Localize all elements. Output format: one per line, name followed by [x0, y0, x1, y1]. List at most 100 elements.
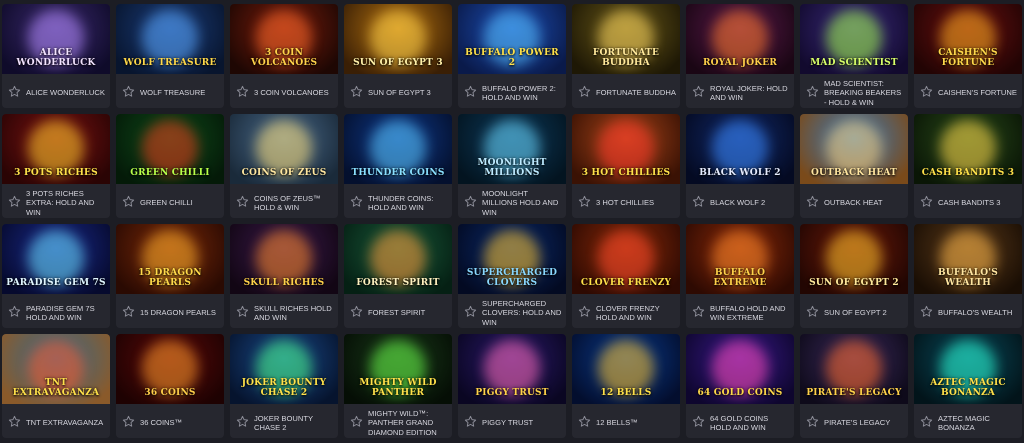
game-thumbnail[interactable]: CAISHEN'S FORTUNE: [914, 4, 1022, 74]
game-tile[interactable]: OUTBACK HEAT OUTBACK HEAT: [800, 114, 908, 218]
favorite-star-icon[interactable]: [8, 85, 21, 98]
game-thumbnail[interactable]: BUFFALO EXTREME: [686, 224, 794, 294]
game-tile[interactable]: ROYAL JOKER ROYAL JOKER: HOLD AND WIN: [686, 4, 794, 108]
favorite-star-icon[interactable]: [122, 305, 135, 318]
game-tile[interactable]: COINS OF ZEUS COINS OF ZEUS™ HOLD & WIN: [230, 114, 338, 218]
game-tile[interactable]: MIGHTY WILD PANTHER MIGHTY WILD™: PANTHER…: [344, 334, 452, 438]
favorite-star-icon[interactable]: [578, 305, 591, 318]
game-title[interactable]: BUFFALO'S WEALTH: [938, 298, 1018, 328]
game-title[interactable]: PIGGY TRUST: [482, 408, 562, 438]
game-title[interactable]: GREEN CHILLI: [140, 188, 220, 218]
game-tile[interactable]: CASH BANDITS 3 CASH BANDITS 3: [914, 114, 1022, 218]
game-title[interactable]: 15 DRAGON PEARLS: [140, 298, 220, 328]
favorite-star-icon[interactable]: [464, 195, 477, 208]
game-title[interactable]: 3 POTS RICHES EXTRA: HOLD AND WIN: [26, 188, 106, 218]
game-tile[interactable]: 36 COINS 36 COINS™: [116, 334, 224, 438]
favorite-star-icon[interactable]: [8, 195, 21, 208]
game-thumbnail[interactable]: BUFFALO'S WEALTH: [914, 224, 1022, 294]
game-tile[interactable]: PARADISE GEM 7S PARADISE GEM 7S HOLD AND …: [2, 224, 110, 328]
favorite-star-icon[interactable]: [692, 195, 705, 208]
game-thumbnail[interactable]: FORTUNATE BUDDHA: [572, 4, 680, 74]
game-tile[interactable]: PIRATE'S LEGACY PIRATE'S LEGACY: [800, 334, 908, 438]
game-thumbnail[interactable]: 64 GOLD COINS: [686, 334, 794, 404]
game-title[interactable]: MAD SCIENTIST: BREAKING BEAKERS - HOLD &…: [824, 78, 904, 108]
game-tile[interactable]: 64 GOLD COINS 64 GOLD COINS HOLD AND WIN: [686, 334, 794, 438]
game-thumbnail[interactable]: CLOVER FRENZY: [572, 224, 680, 294]
favorite-star-icon[interactable]: [350, 85, 363, 98]
game-title[interactable]: COINS OF ZEUS™ HOLD & WIN: [254, 188, 334, 218]
game-thumbnail[interactable]: BLACK WOLF 2: [686, 114, 794, 184]
game-title[interactable]: PARADISE GEM 7S HOLD AND WIN: [26, 298, 106, 328]
favorite-star-icon[interactable]: [920, 195, 933, 208]
game-title[interactable]: AZTEC MAGIC BONANZA: [938, 408, 1018, 438]
game-thumbnail[interactable]: JOKER BOUNTY CHASE 2: [230, 334, 338, 404]
game-tile[interactable]: SKULL RICHES SKULL RICHES HOLD AND WIN: [230, 224, 338, 328]
game-title[interactable]: BUFFALO POWER 2: HOLD AND WIN: [482, 78, 562, 108]
game-title[interactable]: SUN OF EGYPT 2: [824, 298, 904, 328]
game-title[interactable]: 64 GOLD COINS HOLD AND WIN: [710, 408, 790, 438]
favorite-star-icon[interactable]: [920, 415, 933, 428]
game-tile[interactable]: ALICE WONDERLUCK ALICE WONDERLUCK: [2, 4, 110, 108]
favorite-star-icon[interactable]: [464, 415, 477, 428]
favorite-star-icon[interactable]: [236, 195, 249, 208]
favorite-star-icon[interactable]: [8, 305, 21, 318]
game-tile[interactable]: AZTEC MAGIC BONANZA AZTEC MAGIC BONANZA: [914, 334, 1022, 438]
game-tile[interactable]: BUFFALO POWER 2 BUFFALO POWER 2: HOLD AND…: [458, 4, 566, 108]
game-tile[interactable]: CAISHEN'S FORTUNE CAISHEN'S FORTUNE: [914, 4, 1022, 108]
game-tile[interactable]: SUPERCHARGED CLOVERS SUPERCHARGED CLOVERS…: [458, 224, 566, 328]
game-tile[interactable]: CLOVER FRENZY CLOVER FRENZY HOLD AND WIN: [572, 224, 680, 328]
game-thumbnail[interactable]: PIGGY TRUST: [458, 334, 566, 404]
game-thumbnail[interactable]: WOLF TREASURE: [116, 4, 224, 74]
favorite-star-icon[interactable]: [806, 195, 819, 208]
favorite-star-icon[interactable]: [122, 415, 135, 428]
game-thumbnail[interactable]: AZTEC MAGIC BONANZA: [914, 334, 1022, 404]
game-tile[interactable]: 3 POTS RICHES 3 POTS RICHES EXTRA: HOLD A…: [2, 114, 110, 218]
game-title[interactable]: TNT EXTRAVAGANZA: [26, 408, 106, 438]
favorite-star-icon[interactable]: [692, 305, 705, 318]
game-title[interactable]: ALICE WONDERLUCK: [26, 78, 106, 108]
game-tile[interactable]: 12 BELLS 12 BELLS™: [572, 334, 680, 438]
game-thumbnail[interactable]: SUN OF EGYPT 3: [344, 4, 452, 74]
favorite-star-icon[interactable]: [236, 415, 249, 428]
game-tile[interactable]: PIGGY TRUST PIGGY TRUST: [458, 334, 566, 438]
game-thumbnail[interactable]: TNT EXTRAVAGANZA: [2, 334, 110, 404]
game-thumbnail[interactable]: SUN OF EGYPT 2: [800, 224, 908, 294]
game-thumbnail[interactable]: 12 BELLS: [572, 334, 680, 404]
game-title[interactable]: 36 COINS™: [140, 408, 220, 438]
game-title[interactable]: WOLF TREASURE: [140, 78, 220, 108]
game-tile[interactable]: 3 COIN VOLCANOES 3 COIN VOLCANOES: [230, 4, 338, 108]
game-thumbnail[interactable]: 36 COINS: [116, 334, 224, 404]
game-tile[interactable]: MAD SCIENTIST MAD SCIENTIST: BREAKING BEA…: [800, 4, 908, 108]
game-title[interactable]: MOONLIGHT MILLIONS HOLD AND WIN: [482, 188, 562, 218]
favorite-star-icon[interactable]: [350, 305, 363, 318]
game-thumbnail[interactable]: 15 DRAGON PEARLS: [116, 224, 224, 294]
game-thumbnail[interactable]: THUNDER COINS: [344, 114, 452, 184]
favorite-star-icon[interactable]: [8, 415, 21, 428]
favorite-star-icon[interactable]: [578, 85, 591, 98]
game-tile[interactable]: GREEN CHILLI GREEN CHILLI: [116, 114, 224, 218]
game-thumbnail[interactable]: GREEN CHILLI: [116, 114, 224, 184]
game-title[interactable]: SUPERCHARGED CLOVERS: HOLD AND WIN: [482, 298, 562, 328]
game-title[interactable]: OUTBACK HEAT: [824, 188, 904, 218]
game-thumbnail[interactable]: PIRATE'S LEGACY: [800, 334, 908, 404]
game-title[interactable]: 12 BELLS™: [596, 408, 676, 438]
game-thumbnail[interactable]: OUTBACK HEAT: [800, 114, 908, 184]
game-tile[interactable]: 15 DRAGON PEARLS 15 DRAGON PEARLS: [116, 224, 224, 328]
game-title[interactable]: 3 COIN VOLCANOES: [254, 78, 334, 108]
favorite-star-icon[interactable]: [122, 85, 135, 98]
game-tile[interactable]: THUNDER COINS THUNDER COINS: HOLD AND WIN: [344, 114, 452, 218]
favorite-star-icon[interactable]: [350, 195, 363, 208]
game-tile[interactable]: FOREST SPIRIT FOREST SPIRIT: [344, 224, 452, 328]
game-title[interactable]: SKULL RICHES HOLD AND WIN: [254, 298, 334, 328]
game-title[interactable]: MIGHTY WILD™: PANTHER GRAND DIAMOND EDIT…: [368, 408, 448, 438]
game-title[interactable]: JOKER BOUNTY CHASE 2: [254, 408, 334, 438]
game-thumbnail[interactable]: 3 COIN VOLCANOES: [230, 4, 338, 74]
game-thumbnail[interactable]: FOREST SPIRIT: [344, 224, 452, 294]
game-title[interactable]: CLOVER FRENZY HOLD AND WIN: [596, 298, 676, 328]
game-title[interactable]: THUNDER COINS: HOLD AND WIN: [368, 188, 448, 218]
game-tile[interactable]: JOKER BOUNTY CHASE 2 JOKER BOUNTY CHASE 2: [230, 334, 338, 438]
game-thumbnail[interactable]: MAD SCIENTIST: [800, 4, 908, 74]
favorite-star-icon[interactable]: [806, 305, 819, 318]
game-title[interactable]: BUFFALO HOLD AND WIN EXTREME: [710, 298, 790, 328]
game-thumbnail[interactable]: BUFFALO POWER 2: [458, 4, 566, 74]
